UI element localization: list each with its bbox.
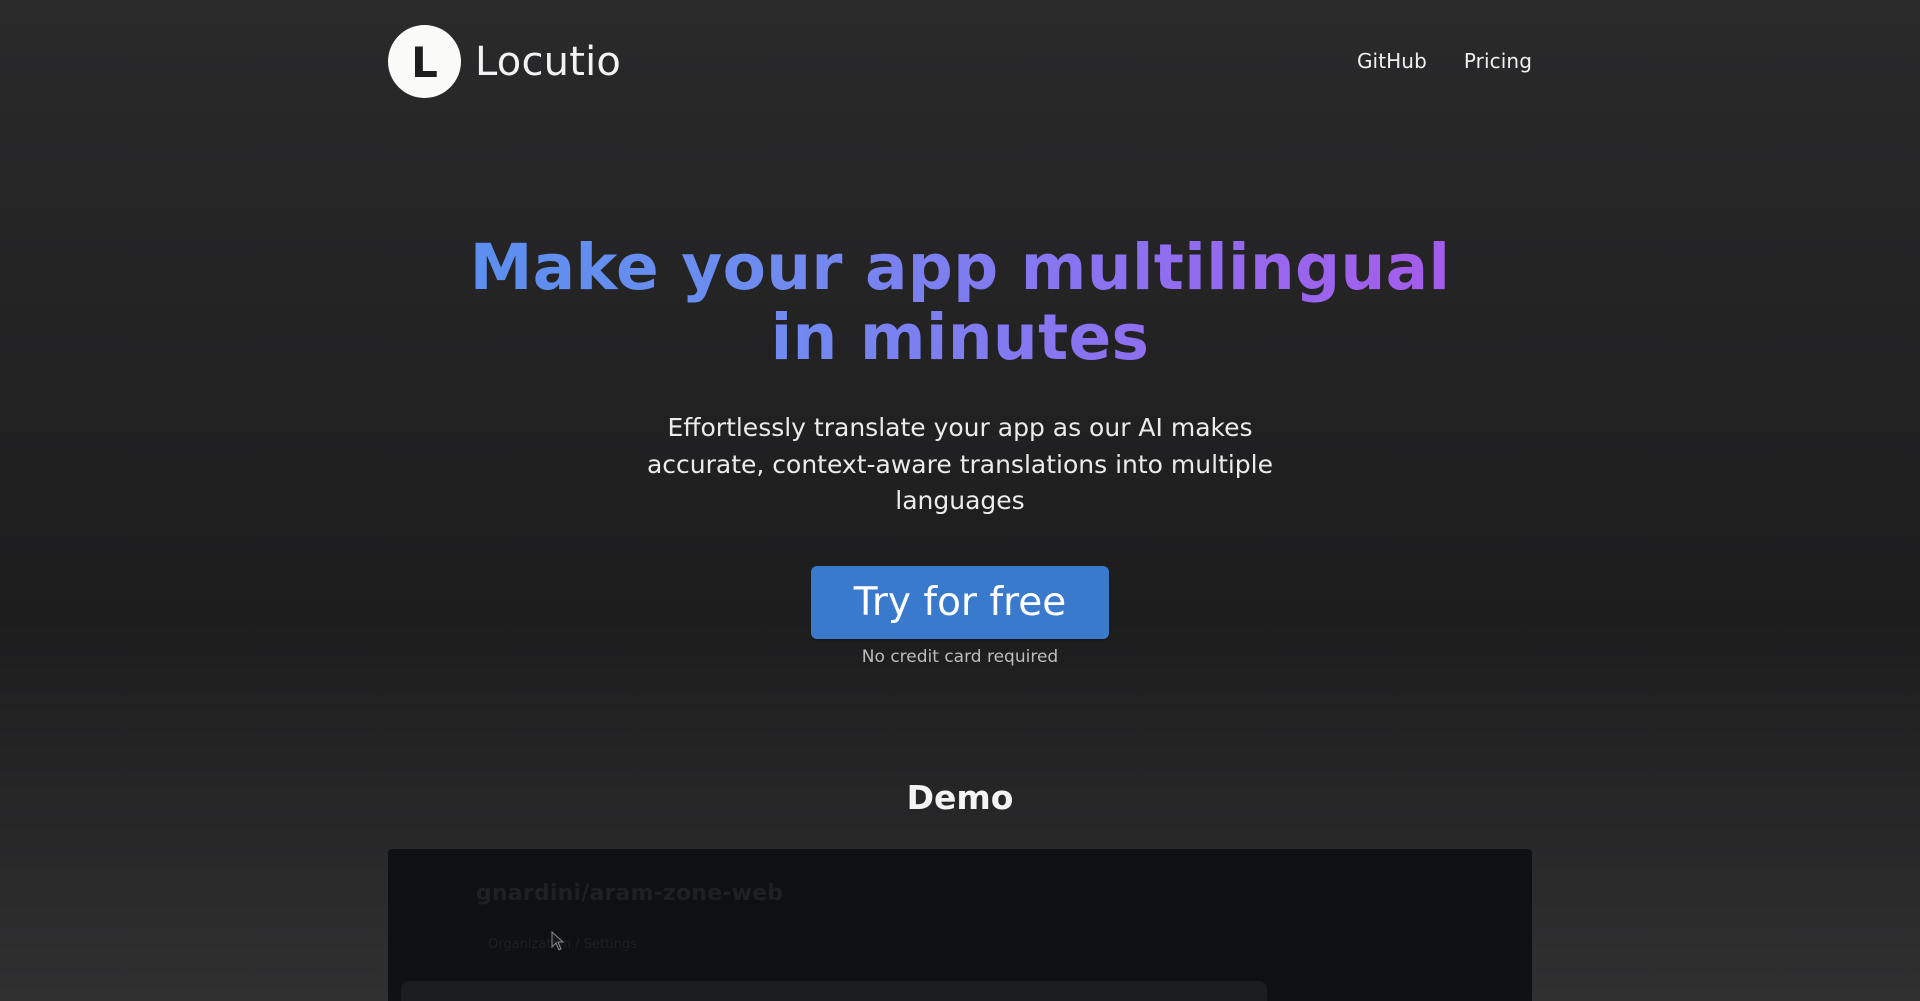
hero-title-line-2: in minutes xyxy=(770,301,1150,374)
site-header: L Locutio GitHub Pricing xyxy=(388,25,1532,101)
hero-subtitle: Effortlessly translate your app as our A… xyxy=(610,410,1310,520)
hero-subtitle-line-1: Effortlessly translate your app as our A… xyxy=(667,413,1253,442)
try-for-free-button[interactable]: Try for free xyxy=(811,566,1109,639)
mouse-cursor-icon xyxy=(551,931,565,951)
demo-repo-title: gnardini/aram-zone-web xyxy=(476,881,784,906)
brand-home-link[interactable]: L Locutio xyxy=(388,25,621,98)
no-credit-card-note: No credit card required xyxy=(861,647,1059,667)
hero-title: Make your app multilingual in minutes xyxy=(460,233,1460,373)
demo-video-frame[interactable]: gnardini/aram-zone-web Organization / Se… xyxy=(388,849,1532,1001)
hero-subtitle-line-2: accurate, context-aware translations int… xyxy=(646,449,1274,479)
demo-heading: Demo xyxy=(906,778,1014,817)
hero-title-line-1: Make your app multilingual xyxy=(469,231,1451,304)
logo-letter: L xyxy=(411,37,438,87)
logo-icon: L xyxy=(388,25,461,98)
main-nav: GitHub Pricing xyxy=(1357,49,1532,73)
demo-content-panel xyxy=(401,981,1267,1001)
nav-link-pricing[interactable]: Pricing xyxy=(1464,49,1532,73)
hero-subtitle-line-3: languages xyxy=(895,486,1025,515)
nav-link-github[interactable]: GitHub xyxy=(1357,49,1427,73)
brand-name: Locutio xyxy=(475,38,622,85)
landing-page: L Locutio GitHub Pricing Make your app m… xyxy=(0,0,1920,1001)
